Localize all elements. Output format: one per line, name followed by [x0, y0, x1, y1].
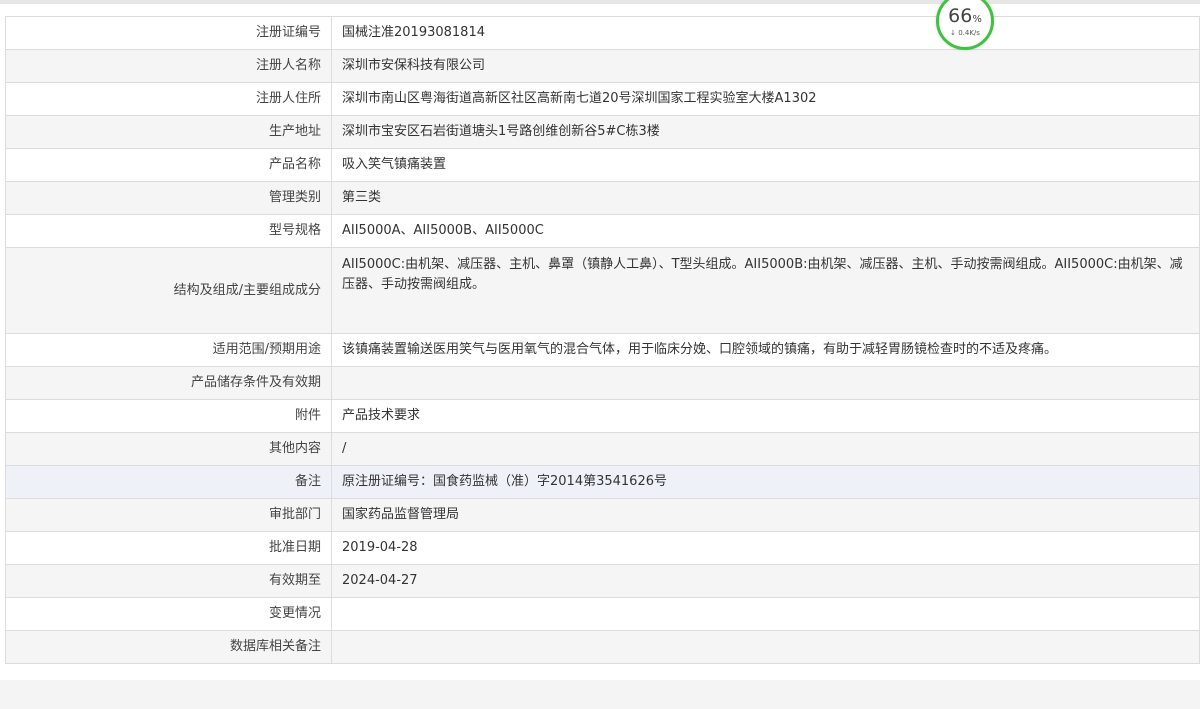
row-value: 深圳市宝安区石岩街道塘头1号路创维创新谷5#C栋3楼 [331, 115, 1200, 149]
row-label: 产品储存条件及有效期 [5, 366, 332, 400]
row-label: 备注 [5, 465, 332, 499]
speed-percent: 66% [948, 5, 982, 27]
row-label: 其他内容 [5, 432, 332, 466]
row-value: 深圳市南山区粤海街道高新区社区高新南七道20号深圳国家工程实验室大楼A1302 [331, 82, 1200, 116]
row-value: 2019-04-28 [331, 531, 1200, 565]
table-row: 结构及组成/主要组成成分 AII5000C:由机架、减压器、主机、鼻罩（镇静人工鼻… [5, 247, 1200, 334]
table-row: 批准日期 2019-04-28 [5, 531, 1200, 565]
row-value: 该镇痛装置输送医用笑气与医用氧气的混合气体，用于临床分娩、口腔领域的镇痛，有助于… [331, 333, 1200, 367]
row-label: 结构及组成/主要组成成分 [5, 247, 332, 334]
table-row: 附件 产品技术要求 [5, 399, 1200, 433]
table-row: 型号规格 AII5000A、AII5000B、AII5000C [5, 214, 1200, 248]
row-value: 国械注准20193081814 [331, 16, 1200, 50]
speed-rate: ↓ 0.4K/s [950, 29, 980, 37]
table-row: 其他内容 / [5, 432, 1200, 466]
table-row: 注册人名称 深圳市安保科技有限公司 [5, 49, 1200, 83]
registration-detail-table: 注册证编号 国械注准20193081814 注册人名称 深圳市安保科技有限公司 注册… [5, 16, 1200, 664]
row-label: 注册证编号 [5, 16, 332, 50]
row-label: 批准日期 [5, 531, 332, 565]
table-row: 管理类别 第三类 [5, 181, 1200, 215]
row-value: 2024-04-27 [331, 564, 1200, 598]
row-value: 产品技术要求 [331, 399, 1200, 433]
row-label: 注册人名称 [5, 49, 332, 83]
row-label: 审批部门 [5, 498, 332, 532]
row-label: 有效期至 [5, 564, 332, 598]
table-row: 注册证编号 国械注准20193081814 [5, 16, 1200, 50]
row-label: 附件 [5, 399, 332, 433]
row-label: 适用范围/预期用途 [5, 333, 332, 367]
table-row: 生产地址 深圳市宝安区石岩街道塘头1号路创维创新谷5#C栋3楼 [5, 115, 1200, 149]
detail-panel: 注册证编号 国械注准20193081814 注册人名称 深圳市安保科技有限公司 注册… [0, 0, 1200, 680]
row-value [331, 630, 1200, 664]
table-row: 注册人住所 深圳市南山区粤海街道高新区社区高新南七道20号深圳国家工程实验室大楼A… [5, 82, 1200, 116]
row-value: / [331, 432, 1200, 466]
row-value: AII5000C:由机架、减压器、主机、鼻罩（镇静人工鼻）、T型头组成。AII5… [331, 247, 1200, 334]
table-row: 产品名称 吸入笑气镇痛装置 [5, 148, 1200, 182]
row-label: 管理类别 [5, 181, 332, 215]
row-value: 原注册证编号：国食药监械（准）字2014第3541626号 [331, 465, 1200, 499]
row-value: 吸入笑气镇痛装置 [331, 148, 1200, 182]
row-value: 国家药品监督管理局 [331, 498, 1200, 532]
table-row: 备注 原注册证编号：国食药监械（准）字2014第3541626号 [5, 465, 1200, 499]
table-row: 变更情况 [5, 597, 1200, 631]
table-row: 适用范围/预期用途 该镇痛装置输送医用笑气与医用氧气的混合气体，用于临床分娩、口腔… [5, 333, 1200, 367]
row-value: AII5000A、AII5000B、AII5000C [331, 214, 1200, 248]
down-arrow-icon: ↓ [950, 29, 956, 37]
table-row: 产品储存条件及有效期 [5, 366, 1200, 400]
row-label: 产品名称 [5, 148, 332, 182]
row-value: 第三类 [331, 181, 1200, 215]
row-label: 生产地址 [5, 115, 332, 149]
row-label: 注册人住所 [5, 82, 332, 116]
table-row: 数据库相关备注 [5, 630, 1200, 664]
row-value [331, 366, 1200, 400]
row-label: 变更情况 [5, 597, 332, 631]
table-row: 审批部门 国家药品监督管理局 [5, 498, 1200, 532]
table-row: 有效期至 2024-04-27 [5, 564, 1200, 598]
row-value: 深圳市安保科技有限公司 [331, 49, 1200, 83]
row-value [331, 597, 1200, 631]
row-label: 型号规格 [5, 214, 332, 248]
row-label: 数据库相关备注 [5, 630, 332, 664]
